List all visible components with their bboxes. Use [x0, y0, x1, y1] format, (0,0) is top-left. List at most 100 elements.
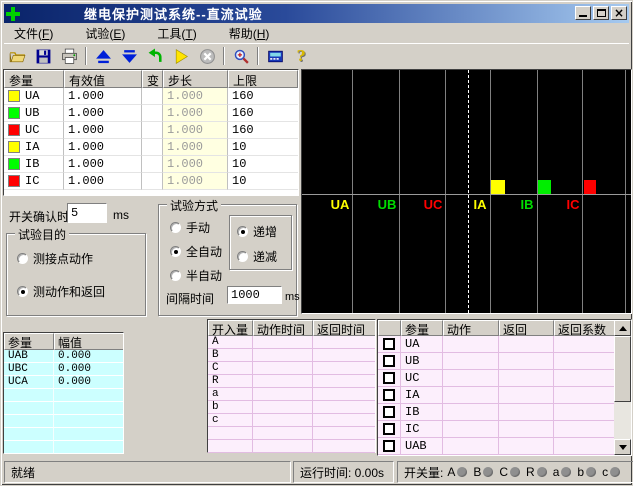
param-step[interactable]: 1.000	[163, 105, 228, 122]
param-limit[interactable]: 10	[228, 173, 298, 190]
radio-icon[interactable]	[17, 253, 28, 264]
param-value[interactable]: 1.000	[64, 173, 142, 190]
device-panel-button[interactable]	[263, 45, 287, 67]
minimize-button[interactable]	[575, 6, 591, 20]
run-button[interactable]	[169, 45, 193, 67]
param-value[interactable]: 1.000	[64, 105, 142, 122]
radio-test-contact-action[interactable]: 测接点动作	[17, 250, 93, 267]
scroll-up-button[interactable]	[614, 320, 631, 336]
radio-increment[interactable]: 递增	[237, 223, 277, 240]
table-row[interactable]: a	[208, 388, 375, 401]
zoom-button[interactable]	[229, 45, 253, 67]
table-row[interactable]: UC	[378, 370, 631, 387]
param-vary[interactable]	[142, 105, 163, 122]
param-vary[interactable]	[142, 122, 163, 139]
save-button[interactable]	[31, 45, 55, 67]
table-row[interactable]: b	[208, 401, 375, 414]
table-row[interactable]: IC 1.000 1.000 10	[4, 173, 298, 190]
radio-decrement[interactable]: 递减	[237, 248, 277, 265]
param-value[interactable]: 1.000	[64, 156, 142, 173]
table-row[interactable]	[4, 428, 123, 441]
lower-button[interactable]	[117, 45, 141, 67]
vertical-scrollbar[interactable]	[614, 320, 631, 455]
radio-test-action-return[interactable]: 测动作和返回	[17, 283, 105, 300]
table-row[interactable]: UBC0.000	[4, 363, 123, 376]
help-button[interactable]: ?	[289, 45, 313, 67]
row-checkbox[interactable]	[383, 406, 395, 418]
close-button[interactable]: ×	[611, 6, 627, 20]
param-vary[interactable]	[142, 156, 163, 173]
param-value[interactable]: 1.000	[64, 88, 142, 105]
print-button[interactable]	[57, 45, 81, 67]
scrollbar-thumb[interactable]	[614, 336, 631, 402]
switch-confirm-input[interactable]	[67, 203, 107, 223]
table-row[interactable]: B	[208, 349, 375, 362]
table-row[interactable]: IB 1.000 1.000 10	[4, 156, 298, 173]
param-value[interactable]: 1.000	[64, 122, 142, 139]
param-step[interactable]: 1.000	[163, 122, 228, 139]
table-row[interactable]: A	[208, 336, 375, 349]
table-row[interactable]	[208, 440, 375, 453]
radio-icon[interactable]	[170, 222, 181, 233]
table-row[interactable]: UAB0.000	[4, 350, 123, 363]
table-row[interactable]	[4, 402, 123, 415]
radio-icon[interactable]	[237, 226, 248, 237]
table-row[interactable]: c	[208, 414, 375, 427]
table-row[interactable]	[208, 427, 375, 440]
table-row[interactable]: UA	[378, 336, 631, 353]
row-checkbox[interactable]	[383, 389, 395, 401]
table-row[interactable]	[4, 415, 123, 428]
table-row[interactable]: IA 1.000 1.000 10	[4, 139, 298, 156]
menu-test[interactable]: 试验(E)	[77, 23, 133, 44]
menu-help[interactable]: 帮助(H)	[221, 23, 278, 44]
param-vary[interactable]	[142, 88, 163, 105]
table-row[interactable]: R	[208, 375, 375, 388]
raise-button[interactable]	[91, 45, 115, 67]
radio-icon[interactable]	[170, 246, 181, 257]
table-row[interactable]: IA	[378, 387, 631, 404]
table-row[interactable]: UCA0.000	[4, 376, 123, 389]
row-checkbox[interactable]	[383, 355, 395, 367]
radio-full-auto[interactable]: 全自动	[170, 243, 222, 260]
menu-file[interactable]: 文件(F)	[6, 23, 61, 44]
maximize-button[interactable]	[593, 6, 609, 20]
param-vary[interactable]	[142, 173, 163, 190]
table-row[interactable]: C	[208, 362, 375, 375]
row-checkbox[interactable]	[383, 423, 395, 435]
table-row[interactable]	[4, 441, 123, 454]
row-checkbox[interactable]	[383, 338, 395, 350]
param-step[interactable]: 1.000	[163, 139, 228, 156]
radio-manual[interactable]: 手动	[170, 219, 210, 236]
table-row[interactable]: UB 1.000 1.000 160	[4, 105, 298, 122]
param-limit[interactable]: 160	[228, 88, 298, 105]
param-value[interactable]: 1.000	[64, 139, 142, 156]
param-step[interactable]: 1.000	[163, 173, 228, 190]
param-step[interactable]: 1.000	[163, 156, 228, 173]
undo-button[interactable]	[143, 45, 167, 67]
table-row[interactable]	[4, 389, 123, 402]
table-row[interactable]: UB	[378, 353, 631, 370]
param-limit[interactable]: 160	[228, 105, 298, 122]
radio-semi-auto[interactable]: 半自动	[170, 267, 222, 284]
row-checkbox[interactable]	[383, 372, 395, 384]
table-row[interactable]: IB	[378, 404, 631, 421]
menu-tools[interactable]: 工具(T)	[149, 23, 204, 44]
scroll-down-button[interactable]	[614, 439, 631, 455]
radio-icon[interactable]	[17, 286, 28, 297]
table-row[interactable]: UAB	[378, 438, 631, 455]
row-checkbox[interactable]	[383, 440, 395, 452]
radio-icon[interactable]	[170, 270, 181, 281]
interval-input[interactable]	[227, 286, 282, 304]
param-vary[interactable]	[142, 139, 163, 156]
table-row[interactable]: UC 1.000 1.000 160	[4, 122, 298, 139]
table-row[interactable]: IC	[378, 421, 631, 438]
radio-icon[interactable]	[237, 251, 248, 262]
open-file-button[interactable]	[5, 45, 29, 67]
stop-button[interactable]	[195, 45, 219, 67]
param-limit[interactable]: 10	[228, 139, 298, 156]
table-row[interactable]: UA 1.000 1.000 160	[4, 88, 298, 105]
param-step[interactable]: 1.000	[163, 88, 228, 105]
param-limit[interactable]: 10	[228, 156, 298, 173]
param-limit[interactable]: 160	[228, 122, 298, 139]
return-time	[313, 375, 375, 388]
